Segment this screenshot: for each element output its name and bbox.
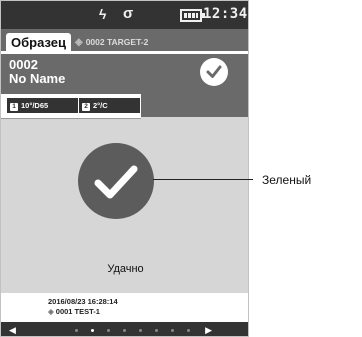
sample-number: 0002: [9, 57, 38, 72]
tab-row: Образец ◈ 0002 TARGET-2: [1, 29, 248, 51]
page-dot-current[interactable]: [91, 329, 94, 332]
status-bar: ϟ σ 12:34: [1, 1, 248, 29]
pass-check-icon: [200, 58, 228, 86]
condition-1-text: 10°/D65: [21, 101, 49, 110]
battery-icon: [180, 9, 205, 22]
page-dot[interactable]: [107, 329, 110, 332]
bolt-icon: ϟ: [99, 6, 107, 22]
result-status-text: Удачно: [107, 263, 144, 275]
tab-sample[interactable]: Образец: [6, 33, 71, 51]
condition-2-text: 2°/C: [93, 101, 108, 110]
page-dot[interactable]: [75, 329, 78, 332]
condition-2-number: 2: [82, 103, 90, 111]
sample-header: 0002 No Name: [1, 51, 248, 94]
success-check-icon: [78, 143, 154, 219]
header-panel-tail: [141, 94, 248, 117]
condition-2: 2 2°/C: [79, 98, 140, 113]
page-dot[interactable]: [187, 329, 190, 332]
condition-1-number: 1: [10, 103, 18, 111]
page-dot[interactable]: [155, 329, 158, 332]
measurement-conditions: 1 10°/D65 2 2°/C: [1, 94, 141, 118]
callout-label: Зеленый: [262, 173, 312, 187]
next-page-icon[interactable]: ▶: [205, 324, 212, 336]
condition-1: 1 10°/D65: [7, 98, 78, 113]
prev-page-icon[interactable]: ◀: [9, 324, 16, 336]
clock-time: 12:34: [203, 6, 248, 22]
tab-target-label: 0002 TARGET-2: [85, 37, 149, 47]
target-diamond-icon: ◈: [48, 307, 54, 316]
usb-icon: σ: [123, 5, 134, 22]
divider: [1, 118, 141, 119]
target-diamond-icon: ◈: [75, 37, 83, 48]
tab-target[interactable]: ◈ 0002 TARGET-2: [75, 36, 148, 49]
page-navigator: ◀ ▶: [1, 322, 248, 336]
page-dot[interactable]: [139, 329, 142, 332]
sample-name: No Name: [9, 71, 66, 86]
measurement-footer: 2016/08/23 16:28:14 ◈ 0001 TEST-1: [1, 293, 248, 322]
callout-leader-line: [153, 179, 253, 180]
instrument-screen: ϟ σ 12:34 Образец ◈ 0002 TARGET-2 0002 No…: [0, 0, 249, 337]
measurement-datetime: 2016/08/23 16:28:14: [48, 297, 118, 306]
page-dot[interactable]: [171, 329, 174, 332]
page-dot[interactable]: [123, 329, 126, 332]
footer-target-label: 0001 TEST-1: [55, 307, 100, 316]
footer-target: ◈ 0001 TEST-1: [48, 307, 100, 316]
